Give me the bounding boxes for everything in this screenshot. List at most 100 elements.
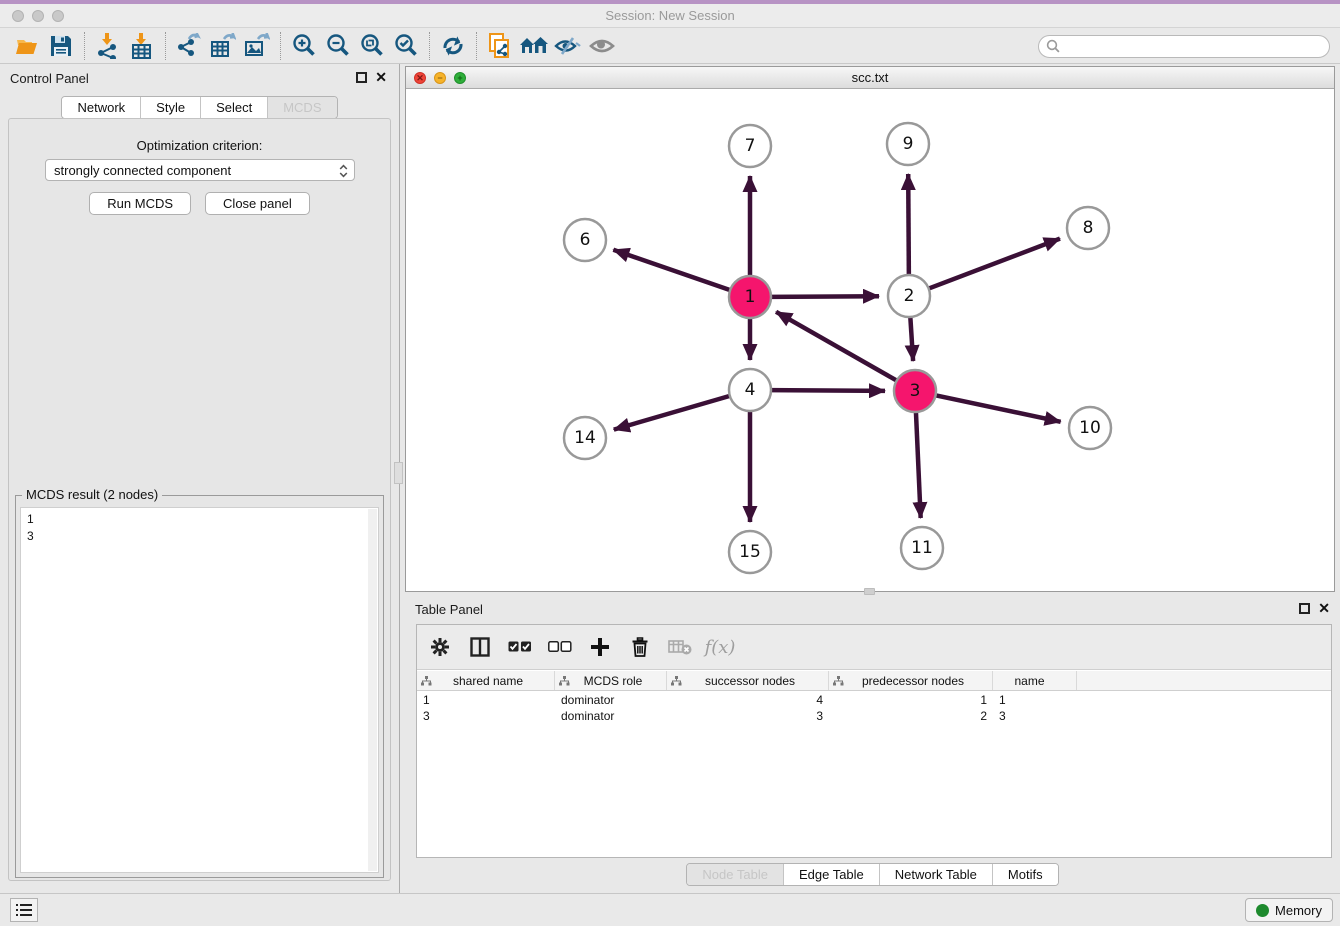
control-panel-tabs: NetworkStyleSelectMCDS xyxy=(61,96,337,119)
node-14[interactable]: 14 xyxy=(564,417,606,459)
tab-mcds[interactable]: MCDS xyxy=(268,97,336,118)
node-label: 15 xyxy=(739,542,761,562)
table-cell[interactable]: 1 xyxy=(417,693,555,707)
clone-network-icon[interactable] xyxy=(483,31,517,61)
deselect-all-icon[interactable] xyxy=(547,634,573,660)
edge-2-8[interactable] xyxy=(929,239,1060,289)
close-panel-icon[interactable]: ✕ xyxy=(375,69,387,85)
function-builder-icon[interactable]: f(x) xyxy=(707,634,733,660)
table-settings-gear-icon[interactable] xyxy=(427,634,453,660)
node-label: 14 xyxy=(574,428,596,448)
main-toolbar xyxy=(0,28,1340,64)
import-table-icon[interactable] xyxy=(125,31,159,61)
node-10[interactable]: 10 xyxy=(1069,407,1111,449)
toolbar-separator xyxy=(84,32,85,60)
node-9[interactable]: 9 xyxy=(887,123,929,165)
select-all-icon[interactable] xyxy=(507,634,533,660)
node-6[interactable]: 6 xyxy=(564,219,606,261)
edge-2-9[interactable] xyxy=(908,174,909,275)
export-table-icon[interactable] xyxy=(206,31,240,61)
table-tab-network-table[interactable]: Network Table xyxy=(880,864,993,885)
edge-1-6[interactable] xyxy=(613,250,730,290)
edge-3-1[interactable] xyxy=(776,312,897,381)
open-session-icon[interactable] xyxy=(10,31,44,61)
save-session-icon[interactable] xyxy=(44,31,78,61)
table-cell[interactable]: dominator xyxy=(555,709,667,723)
table-cell[interactable]: 2 xyxy=(829,709,993,723)
delete-table-icon[interactable] xyxy=(667,634,693,660)
edge-2-3[interactable] xyxy=(910,317,913,361)
edge-4-3[interactable] xyxy=(771,390,885,391)
column-header-shared-name[interactable]: shared name xyxy=(417,671,555,690)
table-row[interactable]: 3dominator323 xyxy=(417,708,1331,724)
node-11[interactable]: 11 xyxy=(901,527,943,569)
zoom-fit-icon[interactable] xyxy=(355,31,389,61)
app-titlebar: Session: New Session xyxy=(0,4,1340,28)
table-cell[interactable]: 1 xyxy=(829,693,993,707)
table-cell[interactable]: 3 xyxy=(667,709,829,723)
table-cell[interactable]: 3 xyxy=(993,709,1077,723)
horizontal-splitter-grip[interactable] xyxy=(864,588,875,595)
column-header-MCDS-role[interactable]: MCDS role xyxy=(555,671,667,690)
column-header-predecessor-nodes[interactable]: predecessor nodes xyxy=(829,671,993,690)
node-label: 9 xyxy=(903,134,914,154)
float-panel-icon[interactable] xyxy=(356,72,367,83)
column-header-name[interactable]: name xyxy=(993,671,1077,690)
memory-button[interactable]: Memory xyxy=(1245,898,1333,922)
node-7[interactable]: 7 xyxy=(729,125,771,167)
node-2[interactable]: 2 xyxy=(888,275,930,317)
table-cell[interactable]: 4 xyxy=(667,693,829,707)
edge-1-2[interactable] xyxy=(771,296,879,297)
hide-view-icon[interactable] xyxy=(551,31,585,61)
tab-style[interactable]: Style xyxy=(141,97,201,118)
node-label: 2 xyxy=(904,286,915,306)
tab-network[interactable]: Network xyxy=(62,97,141,118)
column-header-label: MCDS role xyxy=(570,674,666,688)
network-window-titlebar[interactable]: ✕ − + scc.txt xyxy=(406,67,1334,89)
close-table-panel-icon[interactable]: ✕ xyxy=(1318,600,1330,616)
add-column-plus-icon[interactable] xyxy=(587,634,613,660)
node-4[interactable]: 4 xyxy=(729,369,771,411)
edge-3-10[interactable] xyxy=(936,395,1061,421)
network-canvas[interactable]: 7 9 6 8 1 2 4 3 14 10 15 11 xyxy=(406,89,1334,591)
export-network-icon[interactable] xyxy=(172,31,206,61)
column-header-successor-nodes[interactable]: successor nodes xyxy=(667,671,829,690)
float-table-panel-icon[interactable] xyxy=(1299,603,1310,614)
table-cell[interactable]: dominator xyxy=(555,693,667,707)
select-stepper-icon xyxy=(339,163,348,182)
mcds-scrollbar[interactable] xyxy=(368,509,377,871)
import-network-icon[interactable] xyxy=(91,31,125,61)
zoom-out-icon[interactable] xyxy=(321,31,355,61)
node-3[interactable]: 3 xyxy=(894,370,936,412)
node-15[interactable]: 15 xyxy=(729,531,771,573)
table-tab-node-table[interactable]: Node Table xyxy=(687,864,784,885)
tab-select[interactable]: Select xyxy=(201,97,268,118)
show-view-icon[interactable] xyxy=(585,31,619,61)
refresh-layout-icon[interactable] xyxy=(436,31,470,61)
network-graph[interactable]: 7 9 6 8 1 2 4 3 14 10 15 11 xyxy=(406,89,1334,591)
close-panel-button[interactable]: Close panel xyxy=(205,192,310,215)
criterion-select[interactable]: strongly connected component xyxy=(45,159,355,181)
criterion-value: strongly connected component xyxy=(54,163,231,178)
edge-4-14[interactable] xyxy=(614,396,730,430)
export-image-icon[interactable] xyxy=(240,31,274,61)
search-input[interactable] xyxy=(1038,35,1330,58)
panel-splitter-grip[interactable] xyxy=(394,462,403,484)
run-mcds-button[interactable]: Run MCDS xyxy=(89,192,191,215)
mcds-result-textarea[interactable]: 13 xyxy=(20,507,379,873)
two-houses-icon[interactable] xyxy=(517,31,551,61)
zoom-in-icon[interactable] xyxy=(287,31,321,61)
node-1[interactable]: 1 xyxy=(729,276,771,318)
table-cell[interactable]: 1 xyxy=(993,693,1077,707)
task-history-button[interactable] xyxy=(10,898,38,922)
table-tab-motifs[interactable]: Motifs xyxy=(993,864,1058,885)
show-columns-icon[interactable] xyxy=(467,634,493,660)
delete-column-trash-icon[interactable] xyxy=(627,634,653,660)
table-tab-edge-table[interactable]: Edge Table xyxy=(784,864,880,885)
table-row[interactable]: 1dominator411 xyxy=(417,692,1331,708)
edge-3-11[interactable] xyxy=(916,412,921,518)
column-type-icon xyxy=(671,676,682,686)
zoom-selected-icon[interactable] xyxy=(389,31,423,61)
table-cell[interactable]: 3 xyxy=(417,709,555,723)
node-8[interactable]: 8 xyxy=(1067,207,1109,249)
